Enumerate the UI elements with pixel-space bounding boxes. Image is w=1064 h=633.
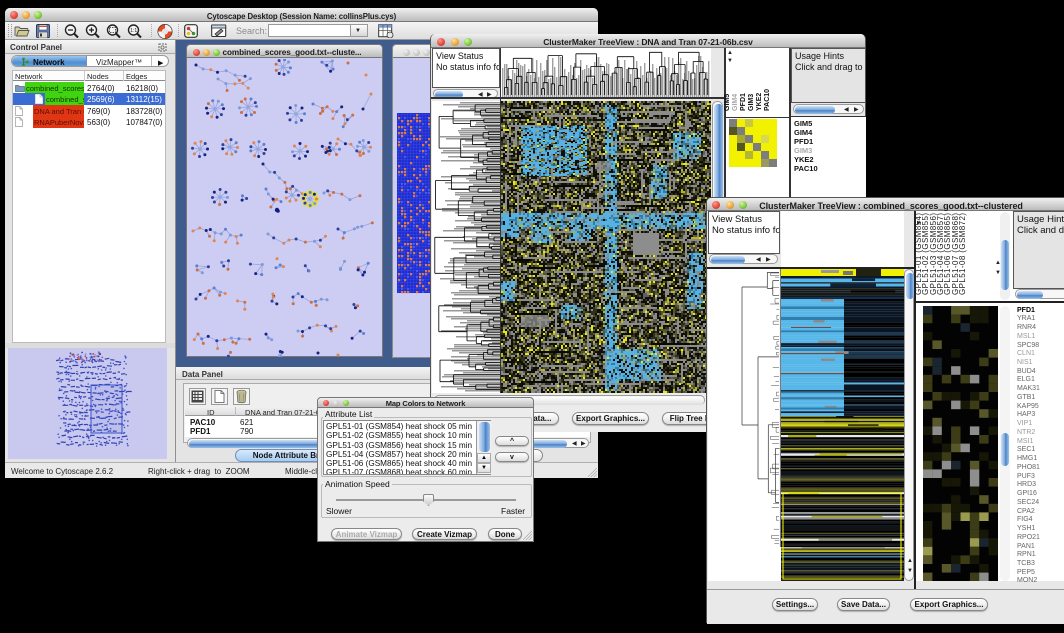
svg-text:1:1: 1:1 xyxy=(130,28,137,34)
